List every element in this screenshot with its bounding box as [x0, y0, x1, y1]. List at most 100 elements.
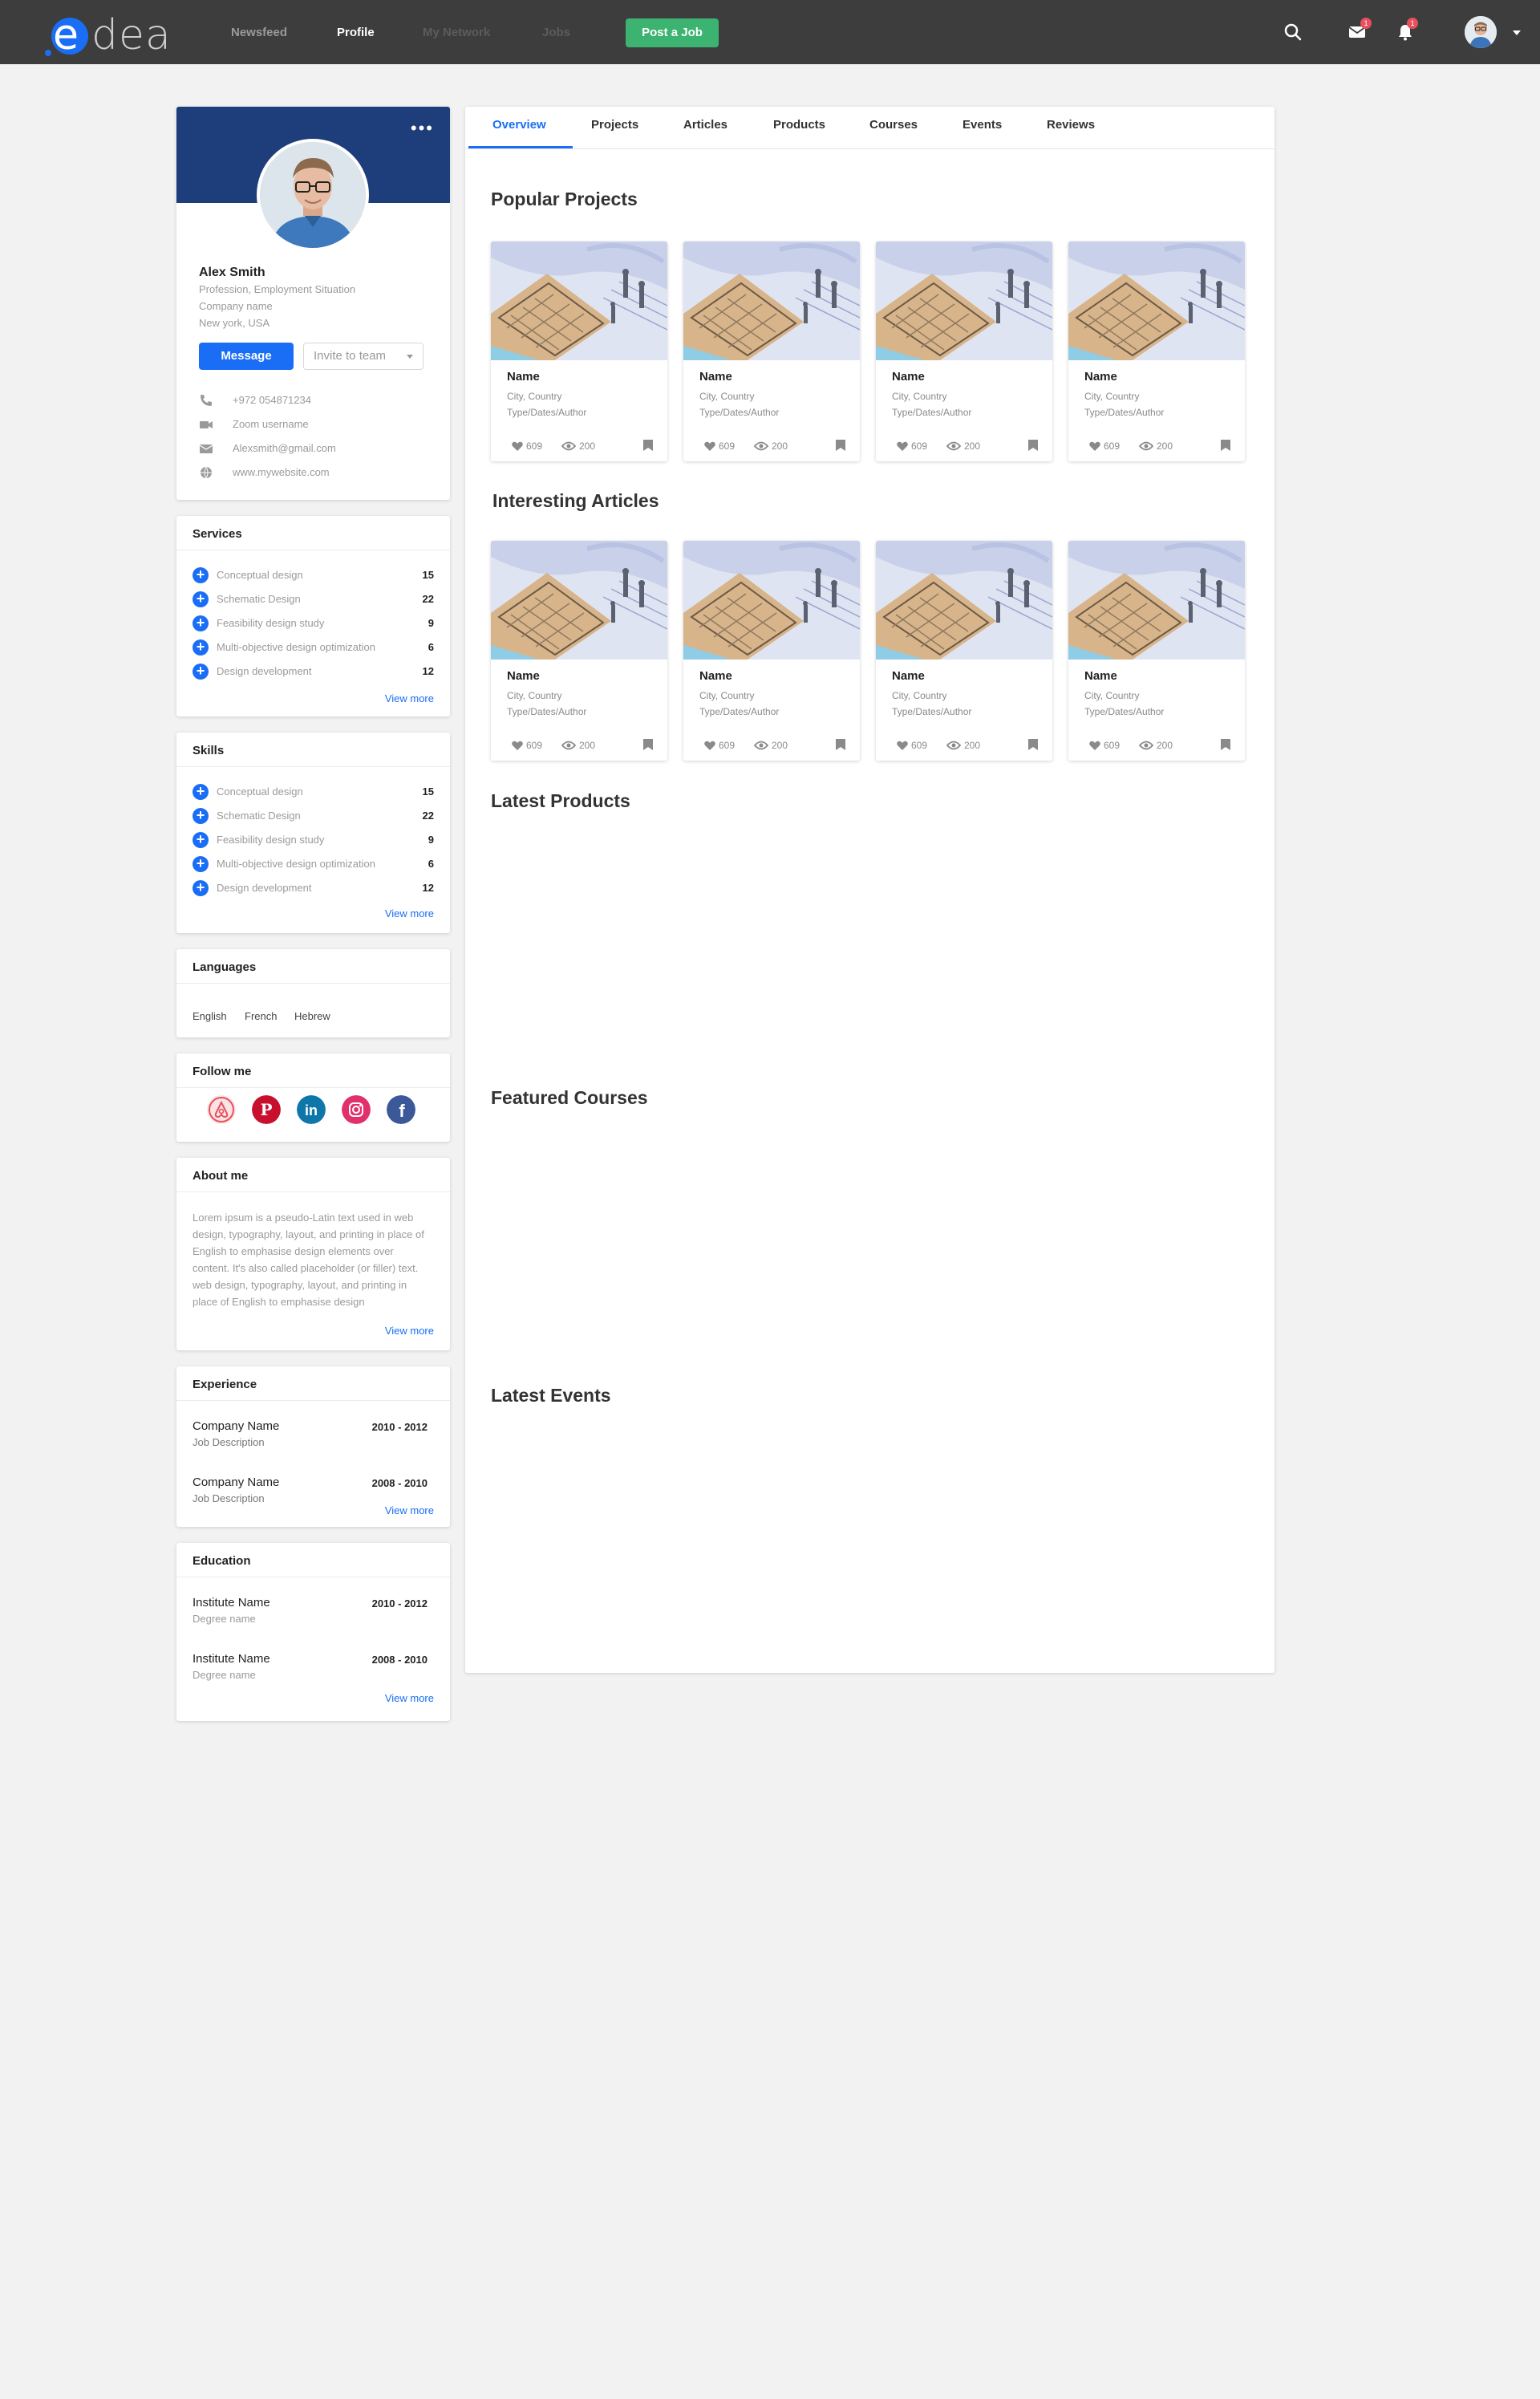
tab-overview[interactable]: Overview — [492, 118, 546, 132]
experience-dates: 2010 - 2012 — [371, 1421, 428, 1433]
article-card[interactable]: Name City, Country Type/Dates/Author 609 200 — [683, 541, 860, 761]
tab-reviews[interactable]: Reviews — [1047, 118, 1095, 132]
nav-profile[interactable]: Profile — [337, 26, 375, 39]
tab-events[interactable]: Events — [962, 118, 1002, 132]
heart-icon[interactable] — [512, 441, 523, 451]
service-item[interactable]: + Schematic Design 22 — [192, 591, 434, 608]
article-location: City, Country — [507, 690, 562, 701]
globe-icon — [201, 466, 212, 479]
messages-badge: 1 — [1360, 18, 1372, 29]
logo-dot — [45, 50, 51, 56]
education-degree: Degree name — [192, 1613, 256, 1625]
bookmark-icon[interactable] — [1028, 739, 1038, 750]
card-thumbnail — [683, 541, 860, 660]
heart-icon[interactable] — [704, 741, 715, 750]
project-card[interactable]: Name City, Country Type/Dates/Author 609 200 — [683, 242, 860, 461]
heart-icon[interactable] — [1089, 441, 1100, 451]
nav-newsfeed[interactable]: Newsfeed — [231, 26, 287, 39]
article-card[interactable]: Name City, Country Type/Dates/Author 609 200 — [491, 541, 667, 761]
heart-icon[interactable] — [512, 741, 523, 750]
service-item[interactable]: + Design development 12 — [192, 663, 434, 680]
bookmark-icon[interactable] — [643, 739, 653, 750]
section-featured-courses: Featured Courses — [491, 1087, 648, 1108]
plus-icon: + — [192, 567, 209, 583]
pinterest-icon[interactable]: P — [252, 1095, 281, 1124]
profile-card: ••• Alex Smith Profession, Employment Si… — [176, 107, 450, 500]
bookmark-icon[interactable] — [643, 440, 653, 451]
skill-item[interactable]: + Conceptual design 15 — [192, 783, 434, 801]
education-card: Education Institute Name Degree name 201… — [176, 1543, 450, 1721]
article-views: 200 — [964, 740, 981, 751]
experience-view-more-link[interactable]: View more — [385, 1504, 434, 1516]
facebook-icon[interactable]: f — [387, 1095, 415, 1124]
service-count: 6 — [428, 641, 434, 653]
skill-item[interactable]: + Multi-objective design optimization 6 — [192, 855, 434, 873]
profile-name: Alex Smith — [199, 266, 265, 279]
tab-articles[interactable]: Articles — [683, 118, 727, 132]
service-item[interactable]: + Multi-objective design optimization 6 — [192, 639, 434, 656]
education-view-more-link[interactable]: View more — [385, 1692, 434, 1704]
message-button[interactable]: Message — [199, 343, 294, 370]
post-job-button[interactable]: Post a Job — [626, 18, 719, 47]
nav-jobs[interactable]: Jobs — [542, 26, 570, 39]
heart-icon[interactable] — [897, 741, 908, 750]
facebook-glyph: f — [399, 1101, 405, 1121]
language-english: English — [192, 1010, 227, 1022]
eye-icon — [754, 441, 768, 451]
skill-count: 12 — [422, 882, 434, 894]
instagram-icon[interactable] — [342, 1095, 371, 1124]
section-latest-events: Latest Events — [491, 1385, 611, 1406]
project-likes: 609 — [1104, 440, 1121, 452]
linkedin-icon[interactable]: in — [297, 1095, 326, 1124]
service-item[interactable]: + Conceptual design 15 — [192, 566, 434, 584]
nav-my-network[interactable]: My Network — [423, 26, 490, 39]
bookmark-icon[interactable] — [836, 739, 845, 750]
tabs-divider — [465, 148, 1275, 149]
tab-projects[interactable]: Projects — [591, 118, 638, 132]
plus-icon: + — [192, 664, 209, 680]
section-interesting-articles: Interesting Articles — [492, 490, 659, 511]
bookmark-icon[interactable] — [836, 440, 845, 451]
invite-to-team-dropdown[interactable]: Invite to team — [303, 343, 424, 370]
account-dropdown-caret[interactable] — [1513, 30, 1521, 35]
skills-view-more-link[interactable]: View more — [385, 907, 434, 919]
project-meta: Type/Dates/Author — [1084, 407, 1165, 418]
heart-icon[interactable] — [704, 441, 715, 451]
article-card[interactable]: Name City, Country Type/Dates/Author 609 200 — [876, 541, 1052, 761]
language-hebrew: Hebrew — [294, 1010, 330, 1022]
card-thumbnail — [491, 541, 667, 660]
tab-products[interactable]: Products — [773, 118, 825, 132]
article-location: City, Country — [699, 690, 755, 701]
tab-courses[interactable]: Courses — [869, 118, 918, 132]
about-me-view-more-link[interactable]: View more — [385, 1325, 434, 1337]
about-me-title: About me — [192, 1169, 249, 1183]
project-card[interactable]: Name City, Country Type/Dates/Author 609 200 — [491, 242, 667, 461]
bookmark-icon[interactable] — [1221, 739, 1230, 750]
skill-item[interactable]: + Feasibility design study 9 — [192, 831, 434, 849]
user-avatar[interactable] — [1465, 16, 1497, 48]
services-view-more-link[interactable]: View more — [385, 692, 434, 704]
project-card[interactable]: Name City, Country Type/Dates/Author 609 200 — [1068, 242, 1245, 461]
bookmark-icon[interactable] — [1028, 440, 1038, 451]
bookmark-icon[interactable] — [1221, 440, 1230, 451]
education-institute: Institute Name — [192, 1652, 270, 1666]
search-icon[interactable] — [1283, 22, 1303, 42]
skill-item[interactable]: + Design development 12 — [192, 879, 434, 897]
languages-card: Languages English French Hebrew — [176, 949, 450, 1037]
edea-logo[interactable]: e dea — [42, 8, 178, 59]
airbnb-icon[interactable] — [207, 1095, 236, 1124]
heart-icon[interactable] — [897, 441, 908, 451]
project-card[interactable]: Name City, Country Type/Dates/Author 609 200 — [876, 242, 1052, 461]
active-tab-indicator — [468, 146, 573, 148]
pinterest-glyph: P — [260, 1100, 272, 1119]
heart-icon[interactable] — [1089, 741, 1100, 750]
chevron-down-icon — [407, 355, 413, 359]
service-item[interactable]: + Feasibility design study 9 — [192, 615, 434, 632]
eye-icon — [561, 441, 576, 451]
services-card: Services + Conceptual design 15 + Schematic… — [176, 516, 450, 716]
contact-website-text: www.mywebsite.com — [233, 466, 330, 478]
skill-item[interactable]: + Schematic Design 22 — [192, 807, 434, 825]
more-options-icon[interactable]: ••• — [411, 120, 434, 137]
experience-dates: 2008 - 2010 — [371, 1477, 428, 1489]
article-card[interactable]: Name City, Country Type/Dates/Author 609 200 — [1068, 541, 1245, 761]
